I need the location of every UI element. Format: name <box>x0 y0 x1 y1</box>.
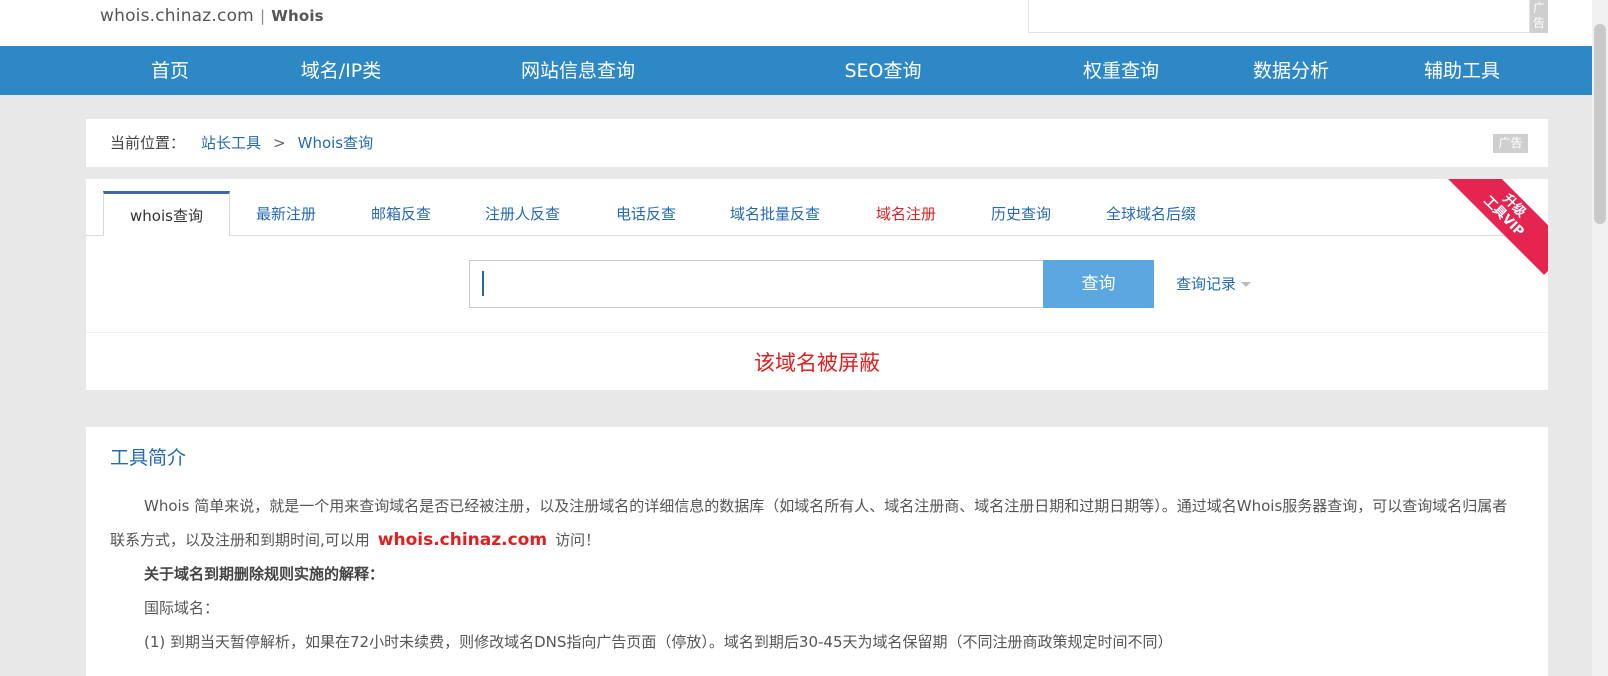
nav-item-domain-ip[interactable]: 域名/IP类 <box>301 46 381 95</box>
query-history-dropdown[interactable]: 查询记录 <box>1176 260 1252 308</box>
tool-intro-panel: 工具简介 Whois 简单来说，就是一个用来查询域名是否已经被注册，以及注册域名… <box>86 427 1548 676</box>
nav-item-weight[interactable]: 权重查询 <box>1083 46 1159 95</box>
intro-title: 工具简介 <box>110 447 187 469</box>
query-button[interactable]: 查询 <box>1043 260 1154 308</box>
tab-email-reverse[interactable]: 邮箱反查 <box>371 203 431 236</box>
scrollbar-thumb[interactable] <box>1594 24 1606 224</box>
chevron-down-icon <box>1241 282 1252 287</box>
breadcrumb-ad-tag[interactable]: 广告 <box>1493 134 1528 153</box>
query-history-label: 查询记录 <box>1176 275 1237 293</box>
text-cursor <box>482 271 484 296</box>
result-divider <box>86 332 1548 333</box>
main-nav: 首页 域名/IP类 网站信息查询 SEO查询 权重查询 数据分析 辅助工具 <box>0 46 1608 95</box>
rule-heading: 关于域名到期删除规则实施的解释： <box>144 565 385 583</box>
breadcrumb-label: 当前位置： <box>110 134 186 152</box>
nav-item-data-analysis[interactable]: 数据分析 <box>1253 46 1329 95</box>
site-logo[interactable]: whois.chinaz.com | Whois <box>100 6 324 26</box>
whois-site-link[interactable]: whois.chinaz.com <box>378 530 547 550</box>
result-message: 该域名被屏蔽 <box>754 351 880 375</box>
search-panel: whois查询 最新注册 邮箱反查 注册人反查 电话反查 域名批量反查 域名注册… <box>86 179 1548 390</box>
breadcrumb-link-webmaster-tools[interactable]: 站长工具 <box>201 134 261 152</box>
intro-body: Whois 简单来说，就是一个用来查询域名是否已经被注册，以及注册域名的详细信息… <box>110 489 1516 659</box>
nav-item-seo[interactable]: SEO查询 <box>844 46 921 95</box>
product-name: Whois <box>271 7 324 25</box>
breadcrumb-separator: > <box>273 134 286 152</box>
tab-whois-query[interactable]: whois查询 <box>103 191 230 236</box>
logo-separator: | <box>259 7 266 25</box>
tab-history-query[interactable]: 历史查询 <box>991 203 1051 236</box>
tab-batch-reverse[interactable]: 域名批量反查 <box>730 203 820 236</box>
tab-registrant-reverse[interactable]: 注册人反查 <box>485 203 560 236</box>
domain-search-input[interactable] <box>469 260 1045 308</box>
tab-domain-register[interactable]: 域名注册 <box>876 203 936 236</box>
tab-global-suffixes[interactable]: 全球域名后缀 <box>1106 203 1196 236</box>
rule-item-1: (1) 到期当天暂停解析，如果在72小时未续费，则修改域名DNS指向广告页面（停… <box>144 633 1173 651</box>
page-scrollbar[interactable] <box>1592 0 1608 676</box>
vip-upgrade-ribbon[interactable]: 升级 工具VIP <box>1445 179 1548 275</box>
intro-paragraph-tail: 访问！ <box>555 531 601 549</box>
site-header: whois.chinaz.com | Whois 广告 <box>0 0 1608 46</box>
breadcrumb-link-whois[interactable]: Whois查询 <box>298 134 374 152</box>
top-ad-banner[interactable] <box>1028 0 1530 33</box>
nav-item-home[interactable]: 首页 <box>151 46 189 95</box>
breadcrumb-panel: 当前位置： 站长工具 > Whois查询 广告 <box>86 119 1548 167</box>
tab-phone-reverse[interactable]: 电话反查 <box>616 203 676 236</box>
intro-paragraph: Whois 简单来说，就是一个用来查询域名是否已经被注册，以及注册域名的详细信息… <box>110 489 1516 557</box>
breadcrumb: 当前位置： 站长工具 > Whois查询 <box>110 119 373 167</box>
site-domain: whois.chinaz.com <box>100 6 254 26</box>
tab-latest-registered[interactable]: 最新注册 <box>256 203 316 236</box>
intl-domain-label: 国际域名： <box>144 599 220 617</box>
nav-item-tools[interactable]: 辅助工具 <box>1424 46 1500 95</box>
nav-item-site-info[interactable]: 网站信息查询 <box>521 46 635 95</box>
top-ad-tag: 广告 <box>1530 0 1548 33</box>
intro-paragraph-text: Whois 简单来说，就是一个用来查询域名是否已经被注册，以及注册域名的详细信息… <box>110 497 1508 549</box>
